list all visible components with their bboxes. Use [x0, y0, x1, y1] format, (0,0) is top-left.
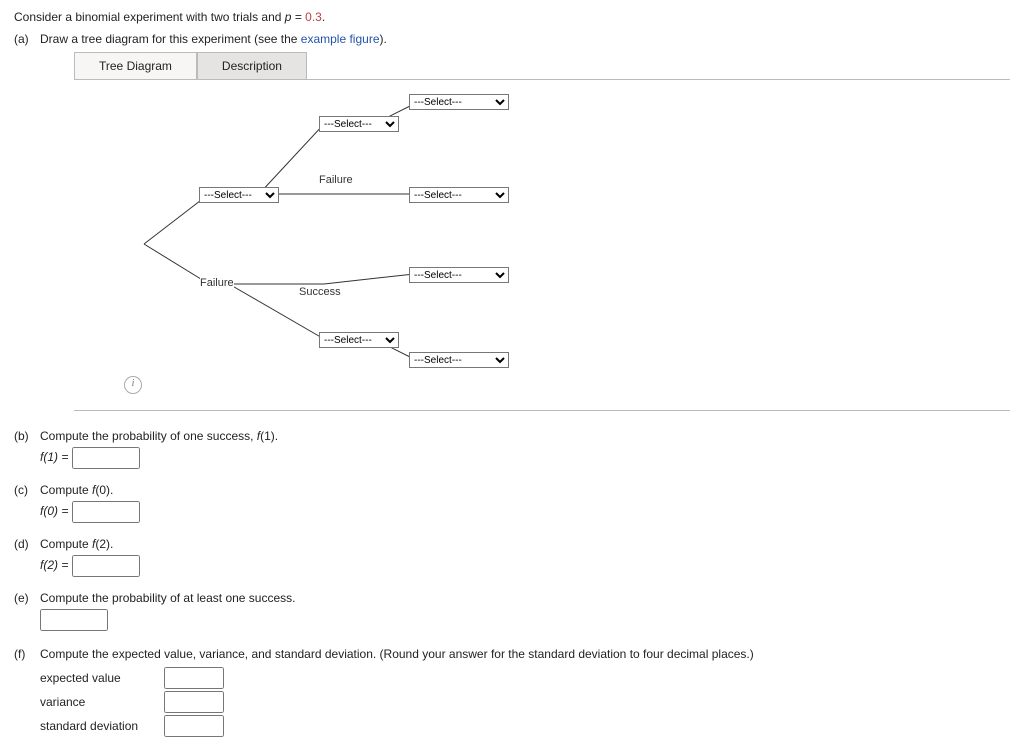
part-d-label: (d): [14, 537, 40, 577]
variance-input[interactable]: [164, 691, 224, 713]
part-a-text1: Draw a tree diagram for this experiment …: [40, 32, 301, 46]
tab-tree-diagram[interactable]: Tree Diagram: [74, 52, 197, 79]
variance-label: variance: [40, 695, 160, 709]
part-c: (c) Compute f(0). f(0) =: [14, 483, 1010, 523]
eq: =: [291, 10, 305, 24]
tree-svg: [114, 94, 714, 394]
example-figure-link[interactable]: example figure: [301, 32, 380, 46]
std-dev-input[interactable]: [164, 715, 224, 737]
tree-label-failure-lower: Failure: [200, 277, 234, 289]
tree-select-level2-upper-top[interactable]: ---Select---: [319, 116, 399, 132]
tree-select-level2-lower-bottom[interactable]: ---Select---: [319, 332, 399, 348]
intro-suffix: .: [322, 10, 325, 24]
part-a-label: (a): [14, 32, 40, 46]
part-b-label: (b): [14, 429, 40, 469]
std-dev-label: standard deviation: [40, 719, 160, 733]
p-value: 0.3: [305, 10, 322, 24]
part-f-text: Compute the expected value, variance, an…: [40, 647, 754, 661]
f2-input[interactable]: [72, 555, 140, 577]
tabs: Tree Diagram Description: [74, 52, 1010, 79]
expected-value-label: expected value: [40, 671, 160, 685]
tree-select-leaf-1[interactable]: ---Select---: [409, 94, 509, 110]
tree-select-leaf-2[interactable]: ---Select---: [409, 187, 509, 203]
tree-select-leaf-4[interactable]: ---Select---: [409, 352, 509, 368]
part-b: (b) Compute the probability of one succe…: [14, 429, 1010, 469]
tab-description[interactable]: Description: [197, 52, 307, 79]
tree-label-failure-upper: Failure: [319, 174, 353, 186]
f0-input[interactable]: [72, 501, 140, 523]
tab-content: ---Select--- Failure ---Select--- Failur…: [74, 79, 1010, 411]
part-c-arg: (0).: [95, 483, 113, 497]
part-b-arg: (1).: [260, 429, 278, 443]
part-f: (f) Compute the expected value, variance…: [14, 647, 1010, 739]
tree-label-success: Success: [299, 286, 341, 298]
part-e-text: Compute the probability of at least one …: [40, 591, 295, 605]
tree-select-level1-upper[interactable]: ---Select---: [199, 187, 279, 203]
part-c-label: (c): [14, 483, 40, 523]
part-e: (e) Compute the probability of at least …: [14, 591, 1010, 631]
part-f-label: (f): [14, 647, 40, 739]
tree-select-leaf-3[interactable]: ---Select---: [409, 267, 509, 283]
part-c-lhs: f(0) =: [40, 504, 68, 518]
intro-line: Consider a binomial experiment with two …: [14, 10, 1010, 24]
part-d: (d) Compute f(2). f(2) =: [14, 537, 1010, 577]
intro-text: Consider a binomial experiment with two …: [14, 10, 285, 24]
part-b-text: Compute the probability of one success,: [40, 429, 257, 443]
f1-input[interactable]: [72, 447, 140, 469]
part-e-label: (e): [14, 591, 40, 631]
info-icon[interactable]: i: [124, 376, 142, 394]
part-d-lhs: f(2) =: [40, 558, 68, 572]
part-d-arg: (2).: [95, 537, 113, 551]
part-b-lhs: f(1) =: [40, 450, 68, 464]
part-d-text: Compute: [40, 537, 92, 551]
part-c-text: Compute: [40, 483, 92, 497]
part-a-text2: ).: [380, 32, 387, 46]
part-a: (a) Draw a tree diagram for this experim…: [14, 32, 1010, 46]
expected-value-input[interactable]: [164, 667, 224, 689]
tree-diagram: ---Select--- Failure ---Select--- Failur…: [114, 94, 714, 394]
atleast-one-input[interactable]: [40, 609, 108, 631]
